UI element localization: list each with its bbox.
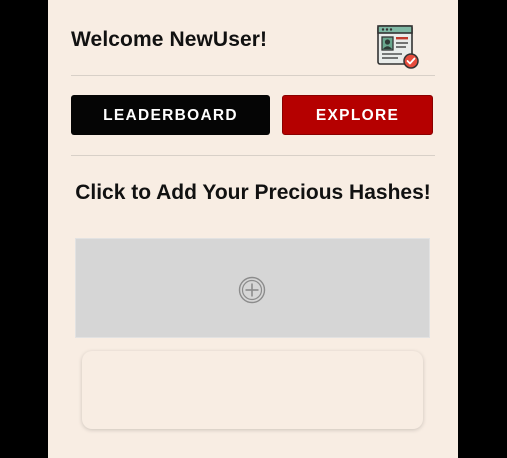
hash-card bbox=[82, 351, 423, 429]
add-hash-area[interactable] bbox=[75, 238, 430, 338]
welcome-title: Welcome NewUser! bbox=[71, 28, 268, 51]
explore-button[interactable]: EXPLORE bbox=[282, 95, 433, 135]
app-screen: Welcome NewUser! LEADERBOARD EXPLORE Cli… bbox=[48, 0, 458, 458]
id-card-verified-icon[interactable] bbox=[376, 24, 420, 70]
header: Welcome NewUser! bbox=[71, 22, 435, 72]
nav-divider bbox=[71, 155, 435, 156]
leaderboard-button[interactable]: LEADERBOARD bbox=[71, 95, 270, 135]
page-title: Click to Add Your Precious Hashes! bbox=[75, 181, 431, 204]
plus-circle-icon[interactable] bbox=[238, 276, 266, 304]
header-divider bbox=[71, 75, 435, 76]
